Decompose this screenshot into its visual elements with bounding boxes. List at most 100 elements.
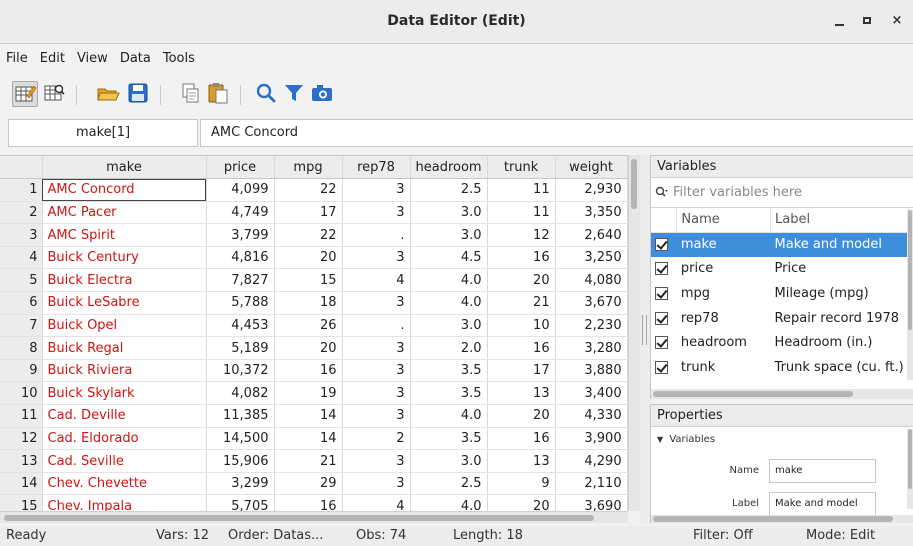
- cell-headroom[interactable]: 4.0: [410, 291, 488, 315]
- cell-make[interactable]: Buick Riviera: [42, 359, 207, 383]
- properties-horizontal-scrollbar[interactable]: [651, 515, 913, 523]
- cell-price[interactable]: 14,500: [206, 427, 275, 451]
- properties-vertical-scrollbar[interactable]: [907, 429, 913, 509]
- column-header-weight[interactable]: weight: [555, 156, 628, 180]
- cell-price[interactable]: 4,816: [206, 246, 275, 270]
- cell-price[interactable]: 5,705: [206, 494, 275, 511]
- cell-weight[interactable]: 3,280: [555, 336, 628, 360]
- cell-make[interactable]: Chev. Chevette: [42, 472, 207, 496]
- menu-tools[interactable]: Tools: [163, 51, 195, 66]
- cell-rep78[interactable]: 4: [342, 494, 411, 511]
- cell-mpg[interactable]: 21: [274, 449, 343, 473]
- cell-make[interactable]: Chev. Impala: [42, 494, 207, 511]
- row-number[interactable]: 8: [0, 336, 43, 360]
- cell-trunk[interactable]: 21: [487, 291, 556, 315]
- cell-rep78[interactable]: 3: [342, 201, 411, 225]
- variables-horizontal-scrollbar[interactable]: [651, 389, 913, 399]
- cell-weight[interactable]: 3,900: [555, 427, 628, 451]
- row-number[interactable]: 4: [0, 246, 43, 270]
- minimize-button[interactable]: [828, 10, 850, 32]
- paste-button[interactable]: [206, 81, 232, 107]
- property-name-field[interactable]: make: [769, 459, 876, 483]
- variable-row[interactable]: trunk Trunk space (cu. ft.): [651, 355, 909, 380]
- row-number[interactable]: 10: [0, 381, 43, 406]
- cell-headroom[interactable]: 4.0: [410, 268, 488, 293]
- cell-make[interactable]: AMC Concord: [42, 178, 207, 202]
- scrollbar-thumb[interactable]: [908, 210, 912, 330]
- cell-headroom[interactable]: 2.5: [410, 472, 488, 496]
- cell-rep78[interactable]: 3: [342, 449, 411, 473]
- cell-weight[interactable]: 3,880: [555, 359, 628, 383]
- cell-price[interactable]: 4,099: [206, 178, 275, 202]
- search-button[interactable]: [254, 81, 280, 107]
- cell-rep78[interactable]: 3: [342, 472, 411, 496]
- pane-splitter[interactable]: [640, 155, 650, 523]
- menu-data[interactable]: Data: [120, 51, 151, 66]
- cell-price[interactable]: 5,189: [206, 336, 275, 360]
- scrollbar-thumb[interactable]: [4, 515, 594, 521]
- cell-mpg[interactable]: 19: [274, 381, 343, 406]
- cell-headroom[interactable]: 3.0: [410, 201, 488, 225]
- browse-mode-button[interactable]: [42, 81, 68, 107]
- cell-headroom[interactable]: 3.5: [410, 381, 488, 406]
- row-number[interactable]: 9: [0, 359, 43, 383]
- column-header-headroom[interactable]: headroom: [410, 156, 488, 180]
- row-number[interactable]: 14: [0, 472, 43, 496]
- cell-rep78[interactable]: .: [342, 223, 411, 247]
- cell-mpg[interactable]: 14: [274, 427, 343, 451]
- variable-checkbox[interactable]: [651, 306, 677, 331]
- cell-trunk[interactable]: 16: [487, 336, 556, 360]
- variable-row[interactable]: price Price: [651, 257, 909, 282]
- property-label-field[interactable]: Make and model: [769, 492, 876, 516]
- cell-headroom[interactable]: 3.0: [410, 223, 488, 247]
- cell-make[interactable]: Buick Regal: [42, 336, 207, 360]
- cell-headroom[interactable]: 3.5: [410, 427, 488, 451]
- variable-checkbox[interactable]: [651, 355, 677, 380]
- row-number[interactable]: 15: [0, 494, 43, 511]
- cell-rep78[interactable]: 3: [342, 404, 411, 428]
- row-number[interactable]: 3: [0, 223, 43, 247]
- cell-headroom[interactable]: 4.5: [410, 246, 488, 270]
- cell-make[interactable]: Cad. Deville: [42, 404, 207, 428]
- cell-trunk[interactable]: 20: [487, 268, 556, 293]
- edit-mode-button[interactable]: [12, 81, 38, 107]
- cell-weight[interactable]: 4,290: [555, 449, 628, 473]
- maximize-button[interactable]: [856, 10, 878, 32]
- cell-trunk[interactable]: 13: [487, 381, 556, 406]
- cell-weight[interactable]: 2,230: [555, 314, 628, 338]
- cell-value-field[interactable]: AMC Concord: [200, 119, 913, 147]
- row-number[interactable]: 12: [0, 427, 43, 451]
- cell-make[interactable]: Buick Opel: [42, 314, 207, 338]
- menu-view[interactable]: View: [77, 51, 108, 66]
- grid-horizontal-scrollbar[interactable]: [0, 511, 628, 523]
- variable-row[interactable]: rep78 Repair record 1978: [651, 306, 909, 331]
- cell-weight[interactable]: 3,690: [555, 494, 628, 511]
- cell-mpg[interactable]: 16: [274, 494, 343, 511]
- cell-weight[interactable]: 4,330: [555, 404, 628, 428]
- cell-rep78[interactable]: .: [342, 314, 411, 338]
- cell-trunk[interactable]: 16: [487, 246, 556, 270]
- properties-section-variables[interactable]: ▼ Variables: [651, 427, 913, 453]
- row-number-header[interactable]: [0, 156, 43, 180]
- save-button[interactable]: [126, 81, 152, 107]
- row-number[interactable]: 7: [0, 314, 43, 338]
- cell-trunk[interactable]: 9: [487, 472, 556, 496]
- variable-checkbox[interactable]: [651, 281, 677, 306]
- cell-make[interactable]: AMC Spirit: [42, 223, 207, 247]
- column-header-mpg[interactable]: mpg: [274, 156, 343, 180]
- cell-price[interactable]: 3,799: [206, 223, 275, 247]
- row-number[interactable]: 11: [0, 404, 43, 428]
- row-number[interactable]: 6: [0, 291, 43, 315]
- cell-mpg[interactable]: 26: [274, 314, 343, 338]
- menu-file[interactable]: File: [6, 51, 28, 66]
- cell-make[interactable]: Buick Electra: [42, 268, 207, 293]
- cell-rep78[interactable]: 3: [342, 178, 411, 202]
- cell-price[interactable]: 10,372: [206, 359, 275, 383]
- cell-rep78[interactable]: 3: [342, 359, 411, 383]
- cell-weight[interactable]: 2,110: [555, 472, 628, 496]
- cell-weight[interactable]: 3,670: [555, 291, 628, 315]
- cell-make[interactable]: Cad. Seville: [42, 449, 207, 473]
- filter-button[interactable]: [282, 81, 308, 107]
- cell-price[interactable]: 4,082: [206, 381, 275, 406]
- cell-headroom[interactable]: 3.0: [410, 449, 488, 473]
